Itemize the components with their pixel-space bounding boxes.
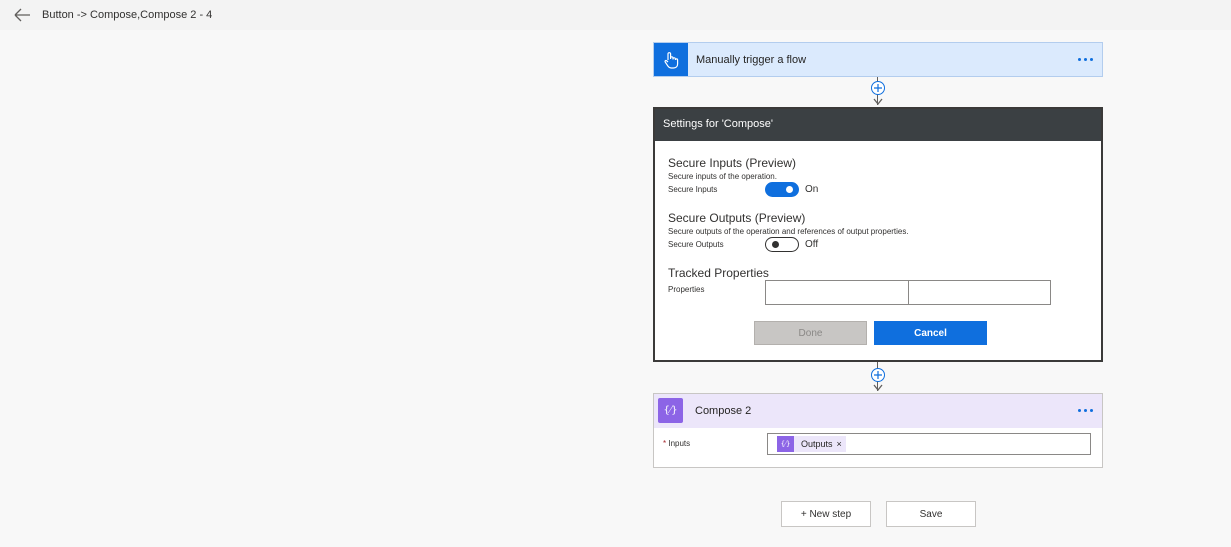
step-connector [870,77,886,107]
properties-label: Properties [668,285,705,294]
touch-hand-icon [654,43,688,76]
property-key-input[interactable] [765,280,909,305]
token-label: Outputs [801,439,833,449]
remove-token-icon[interactable]: × [837,439,846,449]
back-arrow-icon[interactable] [14,8,32,22]
outputs-token[interactable]: {⁄} Outputs × [777,436,846,452]
save-button[interactable]: Save [886,501,976,527]
secure-inputs-toggle[interactable] [765,182,799,197]
more-options-icon[interactable] [1074,403,1096,417]
cancel-button[interactable]: Cancel [874,321,987,345]
insert-step-icon[interactable] [871,81,885,95]
properties-row [765,280,1052,305]
more-options-icon[interactable] [1074,52,1096,66]
compose2-header[interactable]: {⁄} Compose 2 [654,394,1102,428]
trigger-title: Manually trigger a flow [696,54,807,66]
secure-outputs-state: Off [805,239,819,250]
secure-outputs-label: Secure Outputs [668,240,724,249]
settings-title: Settings for 'Compose' [655,109,1101,141]
secure-outputs-title: Secure Outputs (Preview) [668,211,806,225]
inputs-field[interactable]: {⁄} Outputs × [767,433,1091,455]
compose-expression-icon: {⁄} [777,436,794,452]
compose2-card: {⁄} Compose 2 * Inputs {⁄} Outputs × [653,393,1103,468]
secure-inputs-label: Secure Inputs [668,185,718,194]
property-value-input[interactable] [908,280,1051,305]
inputs-label: * Inputs [663,439,690,448]
insert-step-icon[interactable] [871,368,885,382]
inputs-label-text: Inputs [668,439,691,448]
arrow-down-icon [873,384,883,392]
secure-inputs-state: On [805,184,819,195]
secure-inputs-title: Secure Inputs (Preview) [668,156,797,170]
compose-expression-icon: {⁄} [658,398,683,423]
flow-title: Button -> Compose,Compose 2 - 4 [42,9,213,21]
done-button[interactable]: Done [754,321,867,345]
compose2-title: Compose 2 [695,405,752,417]
secure-outputs-toggle[interactable] [765,237,799,252]
required-marker: * [663,439,667,448]
top-bar: Button -> Compose,Compose 2 - 4 [0,0,1231,30]
arrow-down-icon [873,98,883,106]
secure-inputs-description: Secure inputs of the operation. [668,172,777,181]
secure-outputs-description: Secure outputs of the operation and refe… [668,227,909,236]
new-step-button[interactable]: + New step [781,501,871,527]
trigger-card[interactable]: Manually trigger a flow [653,42,1103,77]
tracked-properties-title: Tracked Properties [668,266,769,280]
settings-panel: Settings for 'Compose' Secure Inputs (Pr… [653,107,1103,362]
step-connector [870,362,886,393]
